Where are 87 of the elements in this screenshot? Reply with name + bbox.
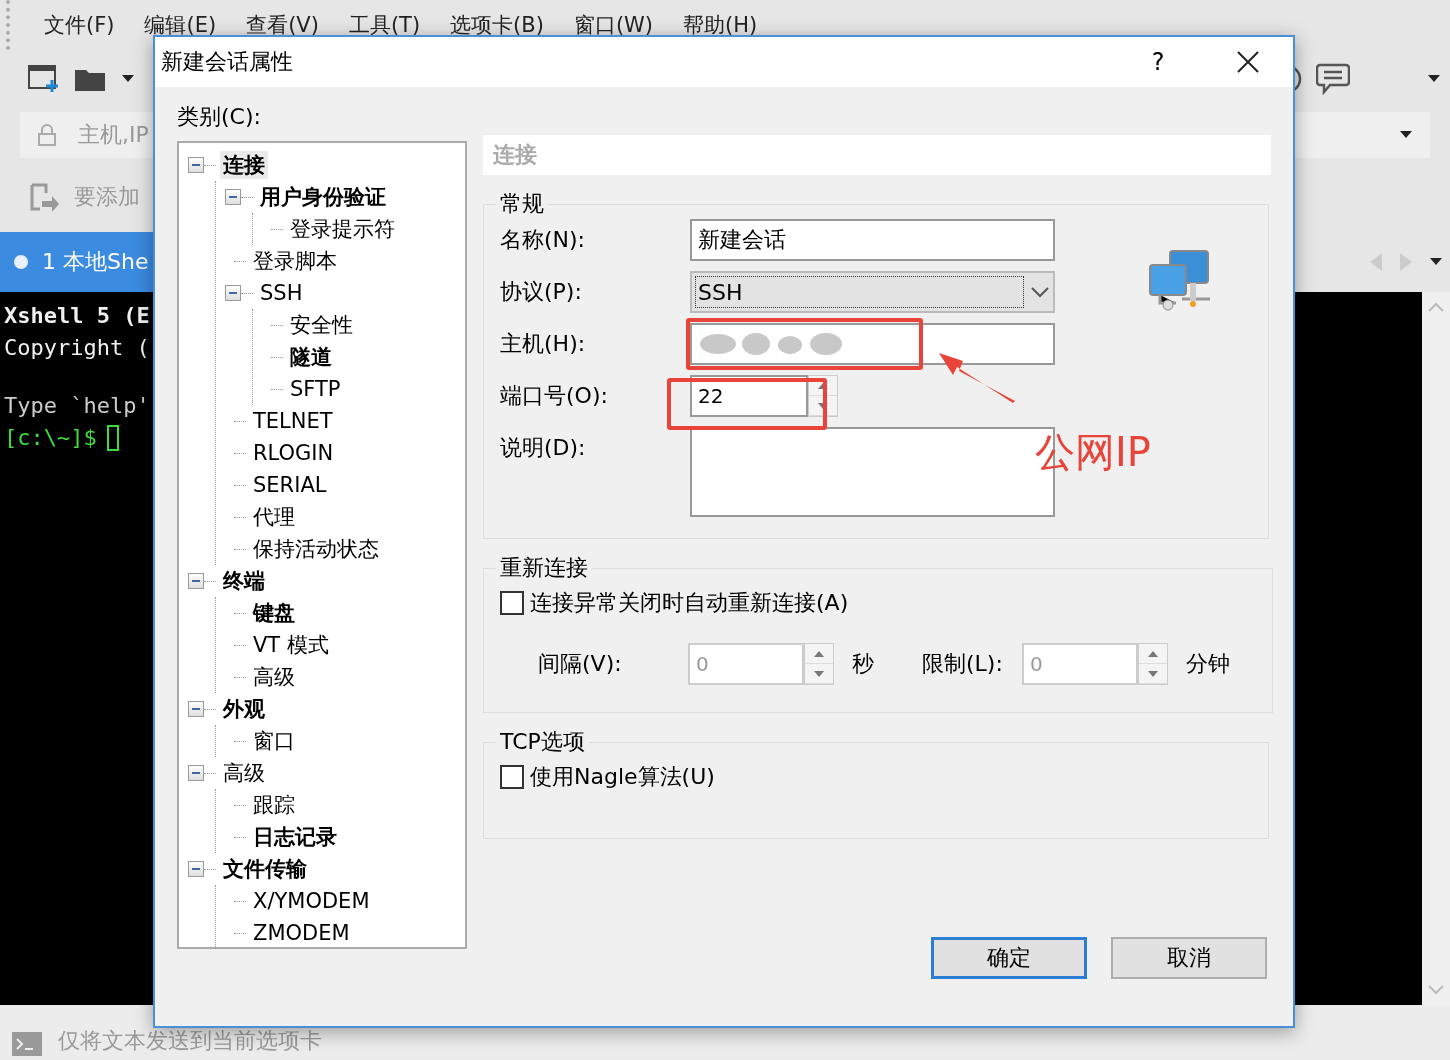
- tree-item[interactable]: 文件传输: [220, 855, 310, 883]
- tree-item[interactable]: TELNET: [250, 409, 336, 433]
- send-bar-text: 仅将文本发送到当前选项卡: [58, 1027, 323, 1055]
- tree-item[interactable]: 连接: [220, 151, 268, 179]
- down-caret-icon: [818, 402, 828, 409]
- status-dot-icon: [14, 255, 28, 269]
- send-icon: [30, 183, 60, 211]
- collapse-toggle[interactable]: [188, 765, 204, 781]
- category-label: 类别(C):: [177, 103, 262, 131]
- tree-item[interactable]: ZMODEM: [250, 921, 353, 945]
- group-legend: 重新连接: [496, 553, 592, 583]
- caret-icon: [1400, 131, 1412, 139]
- menu-item[interactable]: 文件(F): [44, 11, 115, 39]
- tree-item[interactable]: 高级: [250, 663, 298, 691]
- help-button[interactable]: ?: [1113, 37, 1203, 87]
- tree-item[interactable]: 保持活动状态: [250, 535, 382, 563]
- tree-item[interactable]: 安全性: [287, 311, 356, 339]
- tree-item[interactable]: 窗口: [250, 727, 298, 755]
- up-caret-icon: [814, 650, 824, 657]
- name-field[interactable]: 新建会话: [690, 219, 1055, 261]
- terminal-cursor: [106, 425, 119, 451]
- cancel-button[interactable]: 取消: [1111, 937, 1267, 979]
- tree-item[interactable]: X/YMODEM: [250, 889, 373, 913]
- field-label: 主机(H):: [500, 330, 587, 358]
- menu-item[interactable]: 选项卡(B): [450, 11, 544, 39]
- down-caret-icon: [1148, 670, 1158, 677]
- protocol-select[interactable]: SSH: [690, 271, 1055, 313]
- tree-item[interactable]: 日志记录: [250, 823, 340, 851]
- nagle-checkbox[interactable]: 使用Nagle算法(U): [500, 757, 1252, 797]
- tree-item[interactable]: SERIAL: [250, 473, 330, 497]
- terminal-line: Type `help': [4, 392, 150, 420]
- field-label: 说明(D):: [500, 434, 587, 462]
- field-label: 协议(P):: [500, 278, 583, 306]
- host-field[interactable]: [690, 323, 1055, 365]
- terminal-icon: [12, 1032, 42, 1056]
- hint-text: 要添加: [74, 183, 140, 211]
- terminal-line: Copyright (: [4, 334, 150, 362]
- unit-label: 秒: [852, 650, 875, 678]
- caret-icon: [1428, 75, 1440, 83]
- tree-item[interactable]: 高级: [220, 759, 268, 787]
- tree-item[interactable]: 外观: [220, 695, 268, 723]
- tree-item[interactable]: RLOGIN: [250, 441, 337, 465]
- tree-item[interactable]: 用户身份验证: [257, 183, 389, 211]
- chevron-down-icon: [1030, 286, 1050, 298]
- new-session-icon[interactable]: [28, 65, 60, 93]
- field-label: 限制(L):: [922, 650, 1004, 678]
- menu-item[interactable]: 窗口(W): [573, 11, 654, 39]
- collapse-toggle[interactable]: [188, 701, 204, 717]
- chat-icon[interactable]: [1316, 63, 1350, 95]
- section-header: 连接: [483, 135, 1271, 175]
- annotation-label: 公网IP: [1035, 428, 1151, 477]
- close-icon: [1237, 51, 1259, 73]
- collapse-toggle[interactable]: [188, 573, 204, 589]
- terminal-prompt: [c:\~]$: [4, 424, 97, 452]
- caret-icon: [122, 75, 134, 83]
- lock-icon: [38, 124, 56, 146]
- terminal-line: Xshell 5 (E: [4, 302, 150, 330]
- group-legend: TCP选项: [496, 727, 589, 757]
- menu-item[interactable]: 帮助(H): [683, 11, 758, 39]
- tree-item[interactable]: 代理: [250, 503, 298, 531]
- collapse-toggle[interactable]: [188, 861, 204, 877]
- field-label: 端口号(O):: [500, 382, 609, 410]
- tree-item[interactable]: 终端: [220, 567, 268, 595]
- group-legend: 常规: [496, 189, 548, 219]
- up-caret-icon: [1148, 650, 1158, 657]
- tree-item[interactable]: 隧道: [287, 343, 335, 371]
- tree-item[interactable]: 跟踪: [250, 791, 298, 819]
- ok-button[interactable]: 确定: [931, 937, 1087, 979]
- unit-label: 分钟: [1186, 650, 1231, 678]
- reconnect-checkbox[interactable]: 连接异常关闭时自动重新连接(A): [500, 583, 1256, 623]
- dialog-title: 新建会话属性: [161, 48, 294, 76]
- menu-item[interactable]: 编辑(E): [144, 11, 217, 39]
- field-label: 间隔(V):: [538, 650, 623, 678]
- collapse-toggle[interactable]: [188, 157, 204, 173]
- tab-menu-icon: [1430, 258, 1442, 266]
- menu-item[interactable]: 工具(T): [348, 11, 421, 39]
- spin-field[interactable]: 22: [690, 375, 808, 417]
- tree-item[interactable]: VT 模式: [250, 631, 332, 659]
- collapse-toggle[interactable]: [225, 189, 241, 205]
- tree-item[interactable]: 键盘: [250, 599, 298, 627]
- collapse-toggle[interactable]: [225, 285, 241, 301]
- up-caret-icon: [818, 382, 828, 389]
- field-label: 名称(N):: [500, 226, 587, 254]
- tree-item[interactable]: SFTP: [287, 377, 344, 401]
- down-caret-icon: [814, 670, 824, 677]
- menu-item[interactable]: 查看(V): [246, 11, 319, 39]
- computers-icon: [1146, 249, 1212, 313]
